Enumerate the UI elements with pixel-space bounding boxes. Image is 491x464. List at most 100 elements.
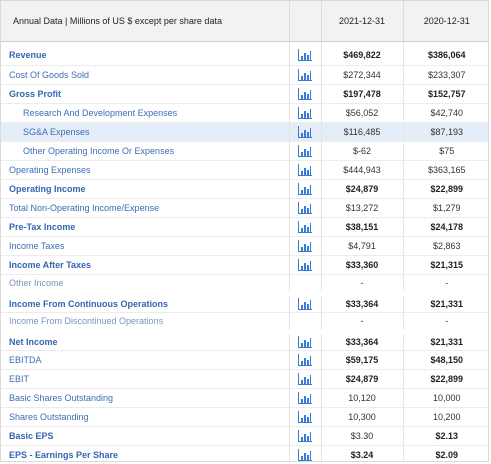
value-2021: $116,485	[320, 122, 403, 142]
row-label[interactable]: Other Income	[1, 274, 289, 294]
value-2020: $21,315	[402, 255, 488, 275]
row-label[interactable]: EBITDA	[1, 350, 289, 370]
bar-chart-icon[interactable]	[298, 182, 312, 195]
value-2021: $38,151	[320, 217, 403, 237]
value-2021: $59,175	[320, 350, 403, 370]
value-2020: $75	[402, 141, 488, 161]
value-2021: 10,300	[320, 407, 403, 427]
bar-chart-icon[interactable]	[298, 239, 312, 252]
value-2021: $444,943	[320, 160, 403, 180]
table-row-basic-shares: Basic Shares Outstanding 10,120 10,000	[1, 388, 488, 408]
table-row-other-income: Other Income - -	[1, 274, 488, 294]
value-2020: $42,740	[402, 103, 488, 123]
row-label[interactable]: Shares Outstanding	[1, 407, 289, 427]
value-2021: $33,364	[320, 290, 403, 313]
bar-chart-icon[interactable]	[298, 429, 312, 442]
value-2021: $197,478	[320, 84, 403, 104]
bar-chart-icon[interactable]	[298, 391, 312, 404]
value-2021: $272,344	[320, 65, 403, 85]
table-row-non-operating: Total Non-Operating Income/Expense $13,2…	[1, 198, 488, 218]
row-label[interactable]: Income From Discontinued Operations	[1, 312, 289, 332]
table-row-income-after-taxes: Income After Taxes $33,360 $21,315	[1, 255, 488, 275]
bar-chart-icon[interactable]	[298, 68, 312, 81]
table-row-operating-income: Operating Income $24,879 $22,899	[1, 179, 488, 199]
table-row-gross-profit: Gross Profit $197,478 $152,757	[1, 84, 488, 104]
value-2020: $1,279	[402, 198, 488, 218]
value-2021: -	[320, 312, 403, 332]
value-2020: $2.13	[402, 426, 488, 446]
bar-chart-icon[interactable]	[298, 448, 312, 461]
value-2021: $24,879	[320, 179, 403, 199]
value-2021: $13,272	[320, 198, 403, 218]
table-row-net-income: Net Income $33,364 $21,331	[1, 328, 488, 351]
year-header-2020: 2020-12-31	[402, 1, 488, 42]
value-2021: -	[320, 274, 403, 294]
row-label[interactable]: Cost Of Goods Sold	[1, 65, 289, 85]
value-2020: $21,331	[402, 290, 488, 313]
value-2020: $152,757	[402, 84, 488, 104]
value-2020: $2.09	[402, 445, 488, 461]
table-row-cogs: Cost Of Goods Sold $272,344 $233,307	[1, 65, 488, 85]
year-header-2021: 2021-12-31	[320, 1, 403, 42]
bar-chart-icon[interactable]	[298, 335, 312, 348]
row-label[interactable]: Operating Income	[1, 179, 289, 199]
table-header-row: Annual Data | Millions of US $ except pe…	[1, 1, 488, 42]
value-2020: $22,899	[402, 179, 488, 199]
table-row-discontinued-operations: Income From Discontinued Operations - -	[1, 312, 488, 332]
row-label[interactable]: Revenue	[1, 46, 289, 66]
bar-chart-icon[interactable]	[298, 353, 312, 366]
value-2020: $22,899	[402, 369, 488, 389]
value-2020: $363,165	[402, 160, 488, 180]
value-2021: $33,360	[320, 255, 403, 275]
bar-chart-icon[interactable]	[298, 163, 312, 176]
value-2021: $4,791	[320, 236, 403, 256]
chart-column-header	[288, 1, 322, 42]
table-row-revenue: Revenue $469,822 $386,064	[1, 46, 488, 66]
row-label[interactable]: Basic EPS	[1, 426, 289, 446]
value-2020: -	[402, 274, 488, 294]
bar-chart-icon[interactable]	[298, 201, 312, 214]
row-label[interactable]: Basic Shares Outstanding	[1, 388, 289, 408]
bar-chart-icon[interactable]	[298, 220, 312, 233]
row-label[interactable]: Operating Expenses	[1, 160, 289, 180]
table-row-operating-expenses: Operating Expenses $444,943 $363,165	[1, 160, 488, 180]
value-2020: $24,178	[402, 217, 488, 237]
table-row-rnd: Research And Development Expenses $56,05…	[1, 103, 488, 123]
bar-chart-icon[interactable]	[298, 125, 312, 138]
value-2020: $87,193	[402, 122, 488, 142]
value-2020: $2,863	[402, 236, 488, 256]
row-label[interactable]: Pre-Tax Income	[1, 217, 289, 237]
financial-table-panel: Annual Data | Millions of US $ except pe…	[0, 0, 489, 462]
bar-chart-icon[interactable]	[298, 144, 312, 157]
bar-chart-icon[interactable]	[298, 410, 312, 423]
bar-chart-icon[interactable]	[298, 297, 312, 310]
bar-chart-icon[interactable]	[298, 106, 312, 119]
row-label[interactable]: SG&A Expenses	[1, 122, 289, 142]
row-label[interactable]: Income From Continuous Operations	[1, 290, 289, 313]
value-2021: $24,879	[320, 369, 403, 389]
row-label[interactable]: Income Taxes	[1, 236, 289, 256]
table-row-basic-eps: Basic EPS $3.30 $2.13	[1, 426, 488, 446]
row-label[interactable]: Other Operating Income Or Expenses	[1, 141, 289, 161]
row-label[interactable]: Research And Development Expenses	[1, 103, 289, 123]
row-label[interactable]: EPS - Earnings Per Share	[1, 445, 289, 461]
bar-chart-icon[interactable]	[298, 87, 312, 100]
bar-chart-icon[interactable]	[298, 258, 312, 271]
row-label[interactable]: Net Income	[1, 328, 289, 351]
table-row-continuous-operations: Income From Continuous Operations $33,36…	[1, 290, 488, 313]
row-label[interactable]: Total Non-Operating Income/Expense	[1, 198, 289, 218]
value-2020: -	[402, 312, 488, 332]
value-2020: $21,331	[402, 328, 488, 351]
income-statement-table: Annual Data | Millions of US $ except pe…	[1, 1, 488, 461]
table-row-other-operating: Other Operating Income Or Expenses $-62 …	[1, 141, 488, 161]
table-row-shares-outstanding: Shares Outstanding 10,300 10,200	[1, 407, 488, 427]
value-2020: $233,307	[402, 65, 488, 85]
row-label[interactable]: Gross Profit	[1, 84, 289, 104]
row-label[interactable]: Income After Taxes	[1, 255, 289, 275]
table-row-sga: SG&A Expenses $116,485 $87,193	[1, 122, 488, 142]
bar-chart-icon[interactable]	[298, 372, 312, 385]
bar-chart-icon[interactable]	[298, 49, 312, 62]
row-label[interactable]: EBIT	[1, 369, 289, 389]
value-2021: $3.30	[320, 426, 403, 446]
table-row-pretax-income: Pre-Tax Income $38,151 $24,178	[1, 217, 488, 237]
